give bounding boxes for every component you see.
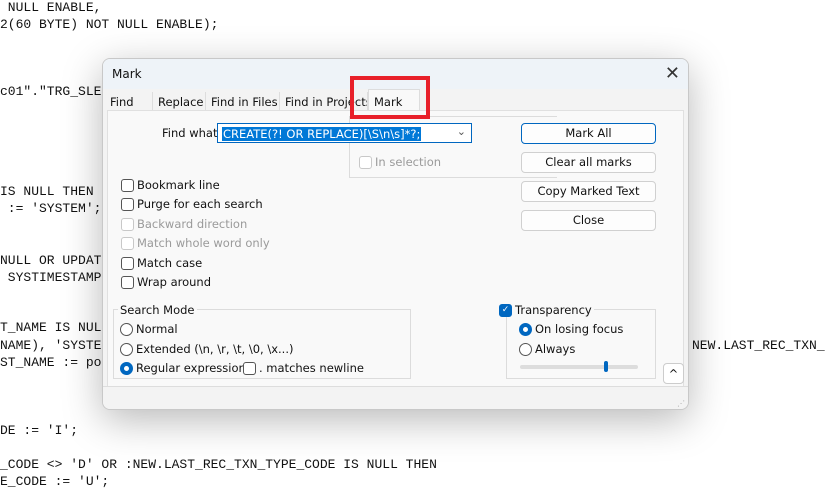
in-selection-checkbox[interactable]: In selection xyxy=(359,155,441,169)
match-case-checkbox[interactable]: Match case xyxy=(121,256,202,270)
transparency-label: Transparency xyxy=(515,303,592,317)
option-label: Purge for each search xyxy=(137,197,263,211)
slider-thumb[interactable] xyxy=(603,361,608,372)
close-button[interactable]: Close xyxy=(521,210,656,231)
code-line: NULL ENABLE, xyxy=(0,0,102,15)
extended-radio[interactable]: Extended (\n, \r, \t, \0, \x...) xyxy=(120,342,293,356)
mark-all-button[interactable]: Mark All xyxy=(521,123,656,144)
code-line: _CODE <> 'D' OR :NEW.LAST_REC_TXN_TYPE_C… xyxy=(0,457,437,472)
regex-radio[interactable]: Regular expression xyxy=(120,361,246,375)
tab-find[interactable]: Find xyxy=(105,92,153,111)
radio-label: Normal xyxy=(136,322,178,336)
radio-label: Always xyxy=(535,342,576,356)
code-line: NULL OR UPDAT xyxy=(0,253,102,268)
in-selection-label: In selection xyxy=(375,155,442,169)
option-label: Bookmark line xyxy=(137,178,220,192)
on-losing-focus-radio[interactable]: On losing focus xyxy=(519,322,623,336)
chevron-down-icon[interactable]: ⌄ xyxy=(457,125,466,138)
tab-find-in-files[interactable]: Find in Files xyxy=(206,92,280,111)
transparency-checkbox[interactable]: ✓ Transparency xyxy=(499,303,594,317)
code-line: T_NAME IS NUL xyxy=(0,320,102,335)
find-what-label: Find what: xyxy=(162,126,222,140)
transparency-slider[interactable] xyxy=(520,361,638,372)
radio-label: Regular expression xyxy=(136,361,246,375)
close-icon[interactable]: ✕ xyxy=(665,63,680,84)
option-label: Match whole word only xyxy=(137,236,270,250)
find-what-combobox[interactable]: CREATE(?! OR REPLACE)[\S\n\s]*?; ⌄ xyxy=(217,123,472,143)
resize-grip-icon[interactable]: ⋰ xyxy=(677,399,685,408)
code-line: E_CODE := 'U'; xyxy=(0,474,110,489)
find-what-value: CREATE(?! OR REPLACE)[\S\n\s]*?; xyxy=(222,127,422,141)
status-bar: ⋰ xyxy=(103,386,688,409)
code-line: NAME), 'SYSTE xyxy=(0,338,102,353)
dot-matches-newline-checkbox[interactable]: . matches newline xyxy=(243,361,364,375)
backward-direction-checkbox[interactable]: Backward direction xyxy=(121,217,247,231)
bookmark-line-checkbox[interactable]: Bookmark line xyxy=(121,178,220,192)
collapse-button[interactable]: ^ xyxy=(663,363,684,384)
option-label: Wrap around xyxy=(137,275,212,289)
clear-all-marks-button[interactable]: Clear all marks xyxy=(521,152,656,173)
code-line: SYSTIMESTAMP xyxy=(0,270,102,285)
highlight-annotation xyxy=(350,76,430,119)
match-whole-word-checkbox[interactable]: Match whole word only xyxy=(121,236,270,250)
search-mode-title: Search Mode xyxy=(118,303,197,317)
wrap-around-checkbox[interactable]: Wrap around xyxy=(121,275,211,289)
always-radio[interactable]: Always xyxy=(519,342,575,356)
checkbox-label: . matches newline xyxy=(259,361,364,375)
radio-label: Extended (\n, \r, \t, \0, \x...) xyxy=(136,342,294,356)
dialog-title: Mark xyxy=(112,67,142,81)
code-line: 2(60 BYTE) NOT NULL ENABLE); xyxy=(0,17,219,32)
purge-checkbox[interactable]: Purge for each search xyxy=(121,197,263,211)
code-line: DE := 'I'; xyxy=(0,423,79,438)
radio-label: On losing focus xyxy=(535,322,624,336)
code-line: NEW.LAST_REC_TXN_ xyxy=(692,338,825,353)
option-label: Backward direction xyxy=(137,217,248,231)
normal-radio[interactable]: Normal xyxy=(120,322,178,336)
code-line: := 'SYSTEM'; xyxy=(0,201,102,216)
code-line: c01"."TRG_SLE xyxy=(0,84,102,99)
tab-replace[interactable]: Replace xyxy=(153,92,206,111)
option-label: Match case xyxy=(137,256,203,270)
code-line: ST_NAME := po xyxy=(0,355,102,370)
code-line: IS NULL THEN xyxy=(0,184,94,199)
copy-marked-text-button[interactable]: Copy Marked Text xyxy=(521,181,656,202)
